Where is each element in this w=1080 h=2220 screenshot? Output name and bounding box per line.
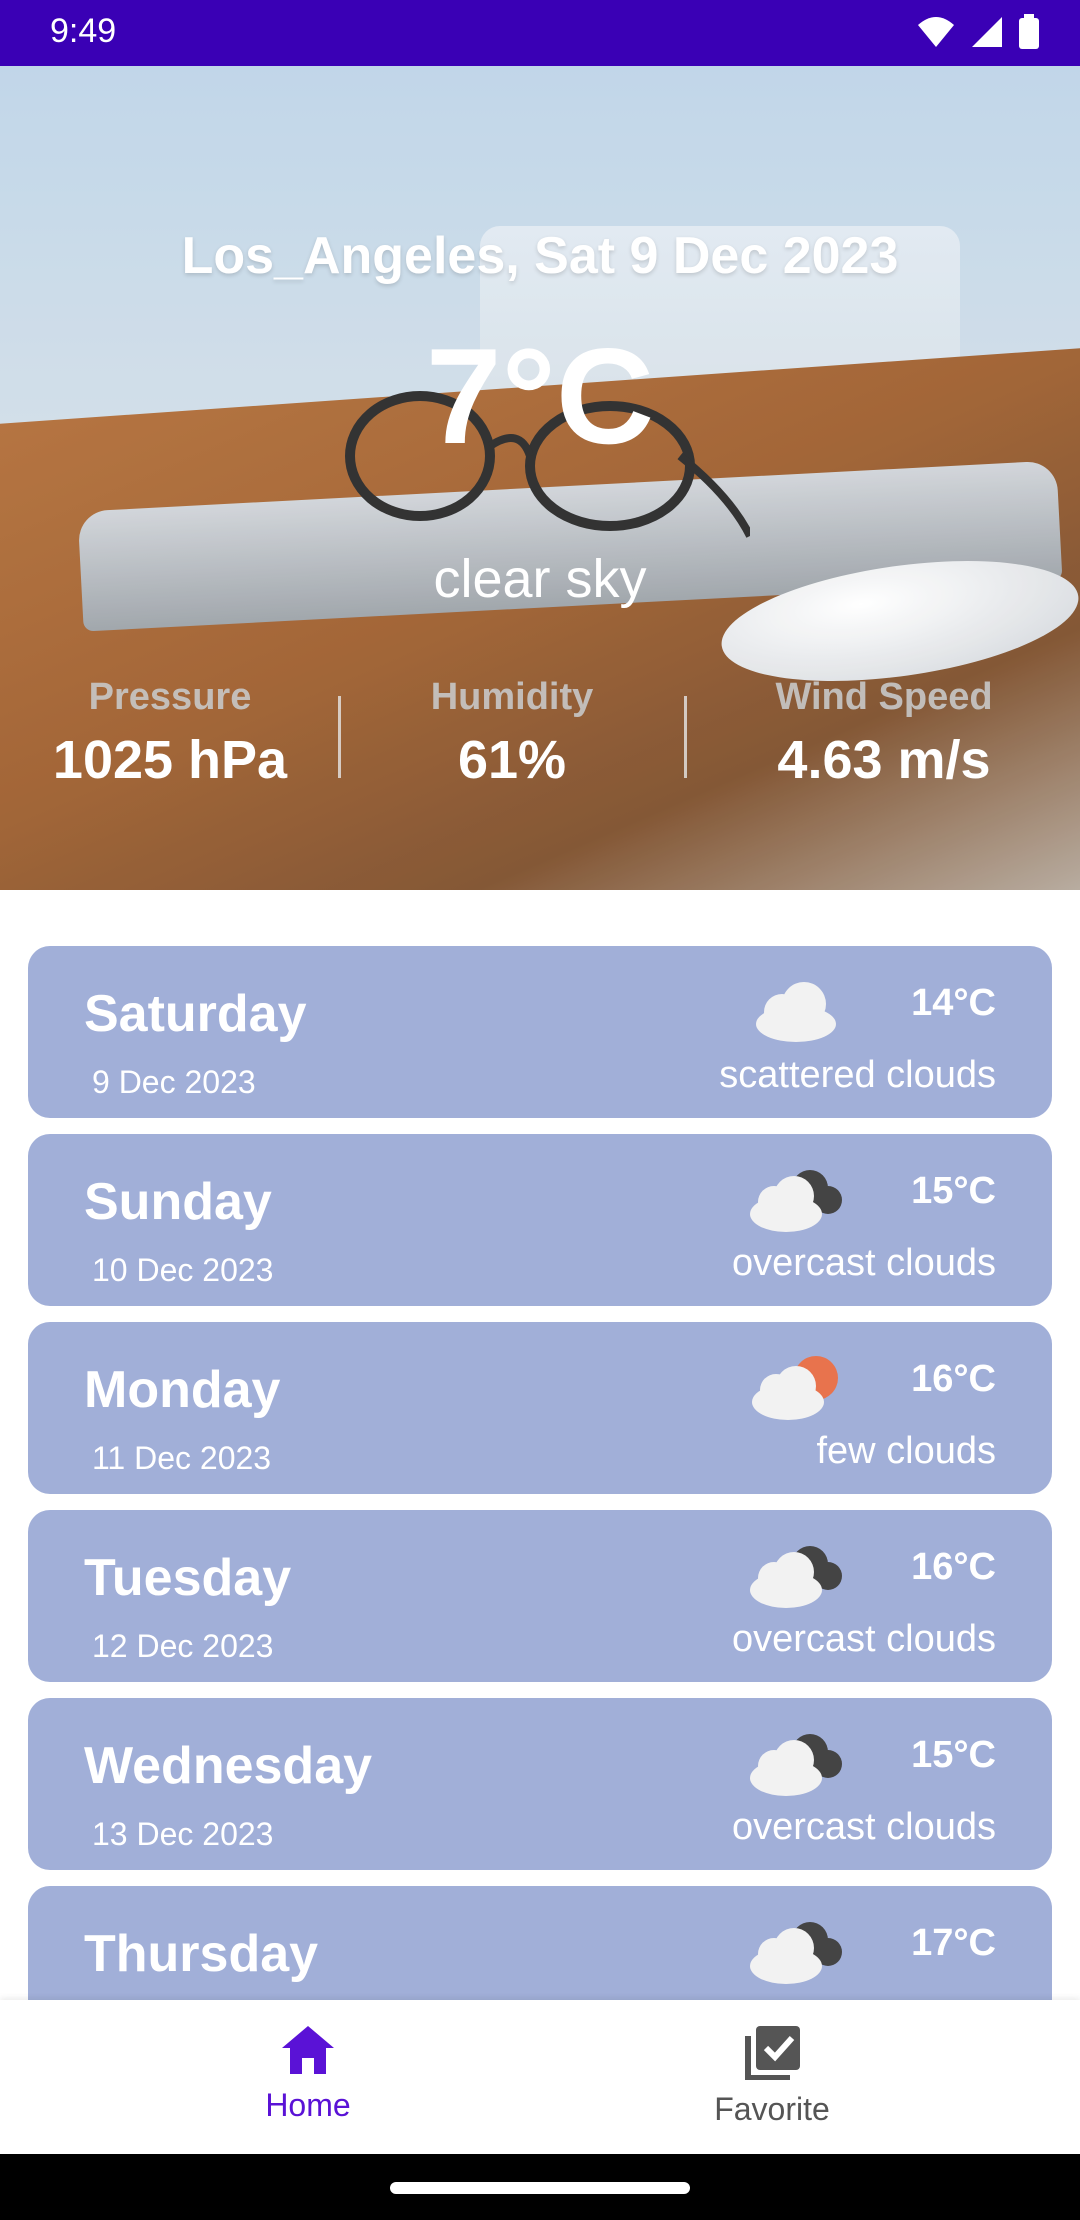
forecast-date: 9 Dec 2023 [92,1064,256,1100]
forecast-date: 13 Dec 2023 [92,1816,274,1852]
few-clouds-icon [752,1356,838,1420]
forecast-desc: overcast clouds [731,1806,996,1848]
status-icons [916,14,1040,50]
nav-item-home[interactable]: Home [158,2024,458,2124]
weather-hero: Los_Angeles, Sat 9 Dec 2023 7°C clear sk… [0,66,1080,890]
metric-pressure-value: 1025 hPa [52,730,288,790]
nav-favorite-label: Favorite [714,2091,830,2127]
forecast-temp: 16°C [911,1358,996,1400]
metric-humidity-label: Humidity [430,676,594,718]
battery-icon [1019,14,1039,49]
system-navigation-bar [0,2154,1080,2220]
forecast-card[interactable]: Monday 11 Dec 2023 16°C few clouds [28,1322,1052,1494]
overcast-clouds-icon [750,1922,842,1984]
forecast-temp: 16°C [911,1546,996,1588]
overcast-clouds-icon [750,1546,842,1608]
nav-item-favorite[interactable]: Favorite [622,2024,922,2128]
forecast-day: Thursday [84,1925,319,1983]
gesture-home-handle[interactable] [390,2182,690,2194]
nav-home-label: Home [265,2087,351,2123]
bottom-navigation: Home Favorite [0,2000,1080,2154]
forecast-card[interactable]: Thursday 17°C [28,1886,1052,2000]
forecast-day: Monday [84,1361,281,1419]
forecast-temp: 15°C [911,1734,996,1776]
wifi-icon [918,17,954,47]
metric-pressure-label: Pressure [88,676,252,718]
metric-wind-speed-value: 4.63 m/s [777,730,991,790]
signal-icon [972,17,1002,47]
home-icon [282,2026,334,2074]
status-time: 9:49 [50,12,117,50]
forecast-desc: overcast clouds [731,1618,996,1660]
metric-wind-speed-label: Wind Speed [775,676,993,718]
overcast-clouds-icon [750,1170,842,1232]
forecast-card[interactable]: Saturday 9 Dec 2023 14°C scattered cloud… [28,946,1052,1118]
forecast-temp: 15°C [911,1170,996,1212]
favorite-checklist-icon [745,2026,800,2081]
overcast-clouds-icon [750,1734,842,1796]
status-bar: 9:49 [0,0,1080,66]
forecast-day: Wednesday [84,1737,373,1795]
forecast-date: 12 Dec 2023 [92,1628,274,1664]
forecast-card[interactable]: Wednesday 13 Dec 2023 15°C overcast clou… [28,1698,1052,1870]
forecast-desc: few clouds [816,1430,996,1472]
forecast-day: Saturday [84,985,307,1043]
metric-humidity: Humidity 61% [342,676,682,791]
forecast-card[interactable]: Sunday 10 Dec 2023 15°C overcast clouds [28,1134,1052,1306]
forecast-list[interactable]: Saturday 9 Dec 2023 14°C scattered cloud… [28,946,1052,2000]
forecast-temp: 14°C [911,982,996,1024]
metric-pressure: Pressure 1025 hPa [0,676,340,791]
current-temperature: 7°C [425,320,655,472]
forecast-temp: 17°C [911,1922,996,1964]
city-date: Los_Angeles, Sat 9 Dec 2023 [181,227,899,285]
forecast-date: 10 Dec 2023 [92,1252,274,1288]
forecast-day: Sunday [84,1173,272,1231]
metric-wind-speed: Wind Speed 4.63 m/s [714,676,1054,791]
forecast-desc: overcast clouds [731,1242,996,1284]
scattered-clouds-icon [756,982,836,1042]
forecast-card[interactable]: Tuesday 12 Dec 2023 16°C overcast clouds [28,1510,1052,1682]
current-condition: clear sky [433,549,647,609]
forecast-day: Tuesday [84,1549,292,1607]
forecast-date: 11 Dec 2023 [92,1440,272,1476]
metric-divider [684,696,687,778]
metric-humidity-value: 61% [457,730,567,790]
forecast-desc: scattered clouds [719,1054,996,1096]
metric-divider [338,696,341,778]
